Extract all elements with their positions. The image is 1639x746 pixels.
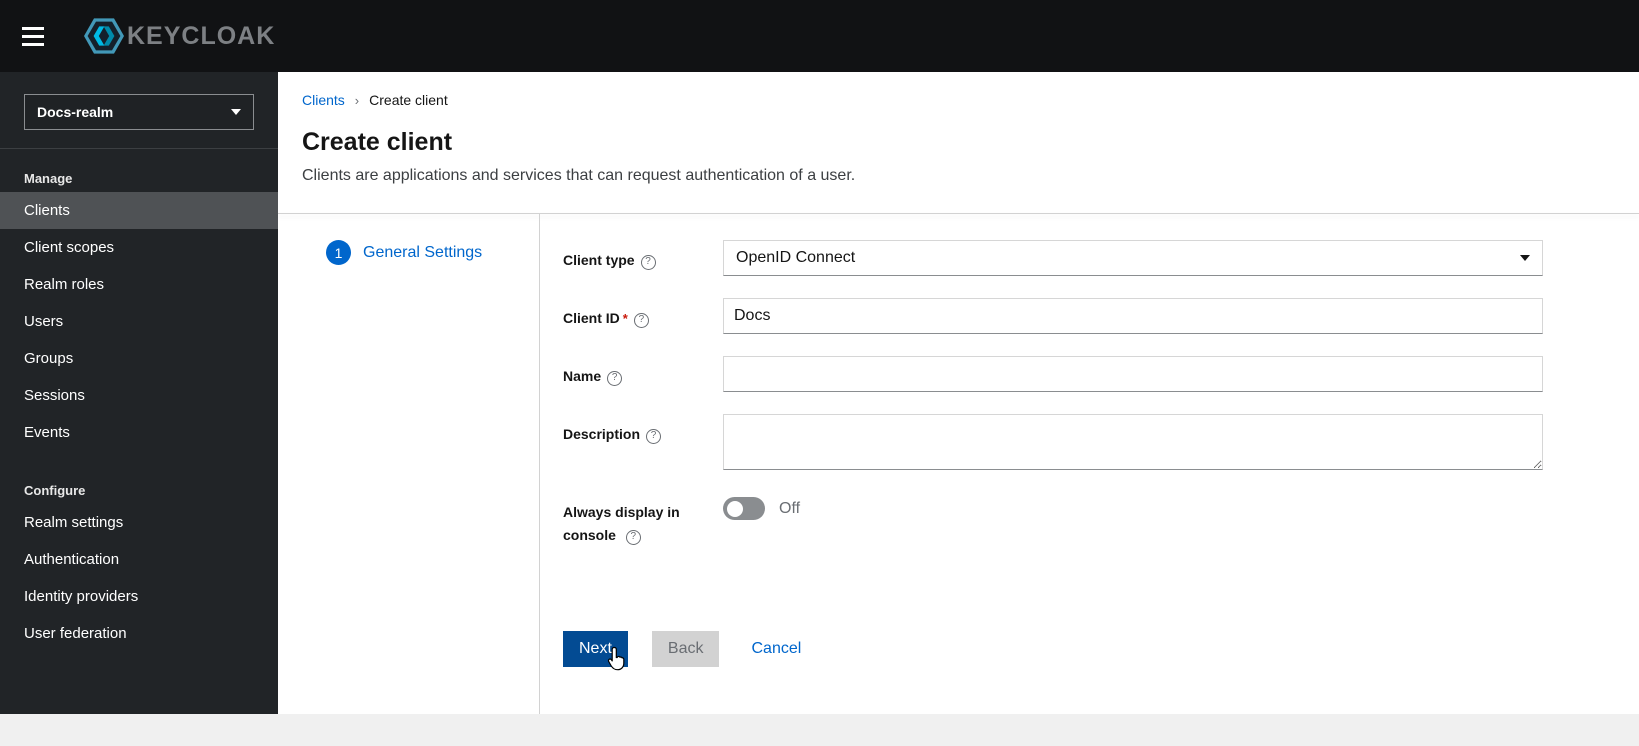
- client-type-select[interactable]: OpenID Connect: [723, 240, 1543, 276]
- create-client-wizard: 1 General Settings Client type? OpenID C…: [278, 214, 1639, 714]
- page-title: Create client: [302, 128, 453, 156]
- sidebar-item-user-federation[interactable]: User federation: [0, 615, 278, 652]
- brand: KEYCLOAK: [84, 16, 275, 56]
- wizard-form: Client type? OpenID Connect Client ID*?: [540, 214, 1639, 714]
- layout: Docs-realm Manage Clients Client scopes …: [0, 72, 1639, 714]
- description-label: Description?: [563, 414, 723, 470]
- sidebar-section-manage: Manage Clients Client scopes Realm roles…: [0, 149, 278, 451]
- sidebar-item-clients[interactable]: Clients: [0, 192, 278, 229]
- name-label: Name?: [563, 356, 723, 392]
- breadcrumb-link-clients[interactable]: Clients: [302, 92, 345, 108]
- brand-text: KEYCLOAK: [127, 21, 276, 50]
- help-icon[interactable]: ?: [625, 529, 641, 545]
- cancel-button[interactable]: Cancel: [751, 631, 801, 667]
- client-type-selected-value: OpenID Connect: [736, 249, 856, 266]
- wizard-footer: Next Back Cancel: [563, 631, 1615, 671]
- always-display-toggle[interactable]: [723, 497, 765, 520]
- page-header: Clients › Create client Create client Cl…: [278, 72, 1639, 213]
- keycloak-logo-icon: [84, 18, 124, 54]
- form-row-description: Description?: [563, 414, 1615, 470]
- sidebar: Docs-realm Manage Clients Client scopes …: [0, 72, 278, 714]
- breadcrumb: Clients › Create client: [302, 92, 1615, 108]
- client-type-label: Client type?: [563, 240, 723, 276]
- page-subtitle: Clients are applications and services th…: [302, 167, 856, 184]
- toggle-state-label: Off: [779, 499, 801, 517]
- form-row-client-id: Client ID *?: [563, 298, 1615, 334]
- sidebar-item-identity-providers[interactable]: Identity providers: [0, 578, 278, 615]
- required-asterisk: *: [622, 311, 628, 326]
- realm-selector-wrap: Docs-realm: [0, 72, 278, 149]
- wizard-nav: 1 General Settings: [278, 214, 540, 714]
- back-button: Back: [651, 631, 720, 668]
- sidebar-item-sessions[interactable]: Sessions: [0, 377, 278, 414]
- next-button[interactable]: Next: [563, 631, 628, 668]
- description-textarea[interactable]: [723, 414, 1543, 470]
- sidebar-item-users[interactable]: Users: [0, 303, 278, 340]
- step-number-badge: 1: [326, 240, 351, 265]
- realm-name: Docs-realm: [37, 104, 114, 120]
- main-content: Clients › Create client Create client Cl…: [278, 72, 1639, 714]
- step-label: General Settings: [363, 243, 483, 261]
- realm-selector[interactable]: Docs-realm: [24, 94, 254, 130]
- always-display-label: Always display in console ?: [563, 504, 680, 545]
- sidebar-item-events[interactable]: Events: [0, 414, 278, 451]
- sidebar-item-groups[interactable]: Groups: [0, 340, 278, 377]
- caret-down-icon: [1520, 255, 1530, 261]
- section-title-manage: Manage: [24, 171, 73, 186]
- section-title-configure: Configure: [24, 483, 86, 498]
- sidebar-item-client-scopes[interactable]: Client scopes: [0, 229, 278, 266]
- toggle-knob: [727, 500, 743, 517]
- sidebar-section-configure: Configure Realm settings Authentication …: [0, 451, 278, 652]
- sidebar-item-realm-roles[interactable]: Realm roles: [0, 266, 278, 303]
- name-input[interactable]: [723, 356, 1543, 392]
- form-row-always-display: Always display in console ? Off: [563, 492, 1615, 547]
- hamburger-menu-button[interactable]: [22, 14, 66, 58]
- client-id-input[interactable]: [723, 298, 1543, 334]
- breadcrumb-current: Create client: [369, 92, 448, 108]
- form-row-name: Name?: [563, 356, 1615, 392]
- hamburger-icon: [22, 26, 44, 30]
- form-row-client-type: Client type? OpenID Connect: [563, 240, 1615, 276]
- chevron-down-icon: [231, 109, 241, 115]
- help-icon[interactable]: ?: [607, 370, 623, 386]
- wizard-step-general-settings[interactable]: 1 General Settings: [278, 240, 539, 265]
- help-icon[interactable]: ?: [646, 428, 662, 444]
- breadcrumb-separator-icon: ›: [354, 92, 360, 108]
- help-icon[interactable]: ?: [640, 254, 656, 270]
- client-id-label: Client ID *?: [563, 298, 723, 334]
- sidebar-item-realm-settings[interactable]: Realm settings: [0, 504, 278, 541]
- sidebar-item-authentication[interactable]: Authentication: [0, 541, 278, 578]
- app-header: KEYCLOAK: [0, 0, 1639, 72]
- help-icon[interactable]: ?: [633, 312, 649, 328]
